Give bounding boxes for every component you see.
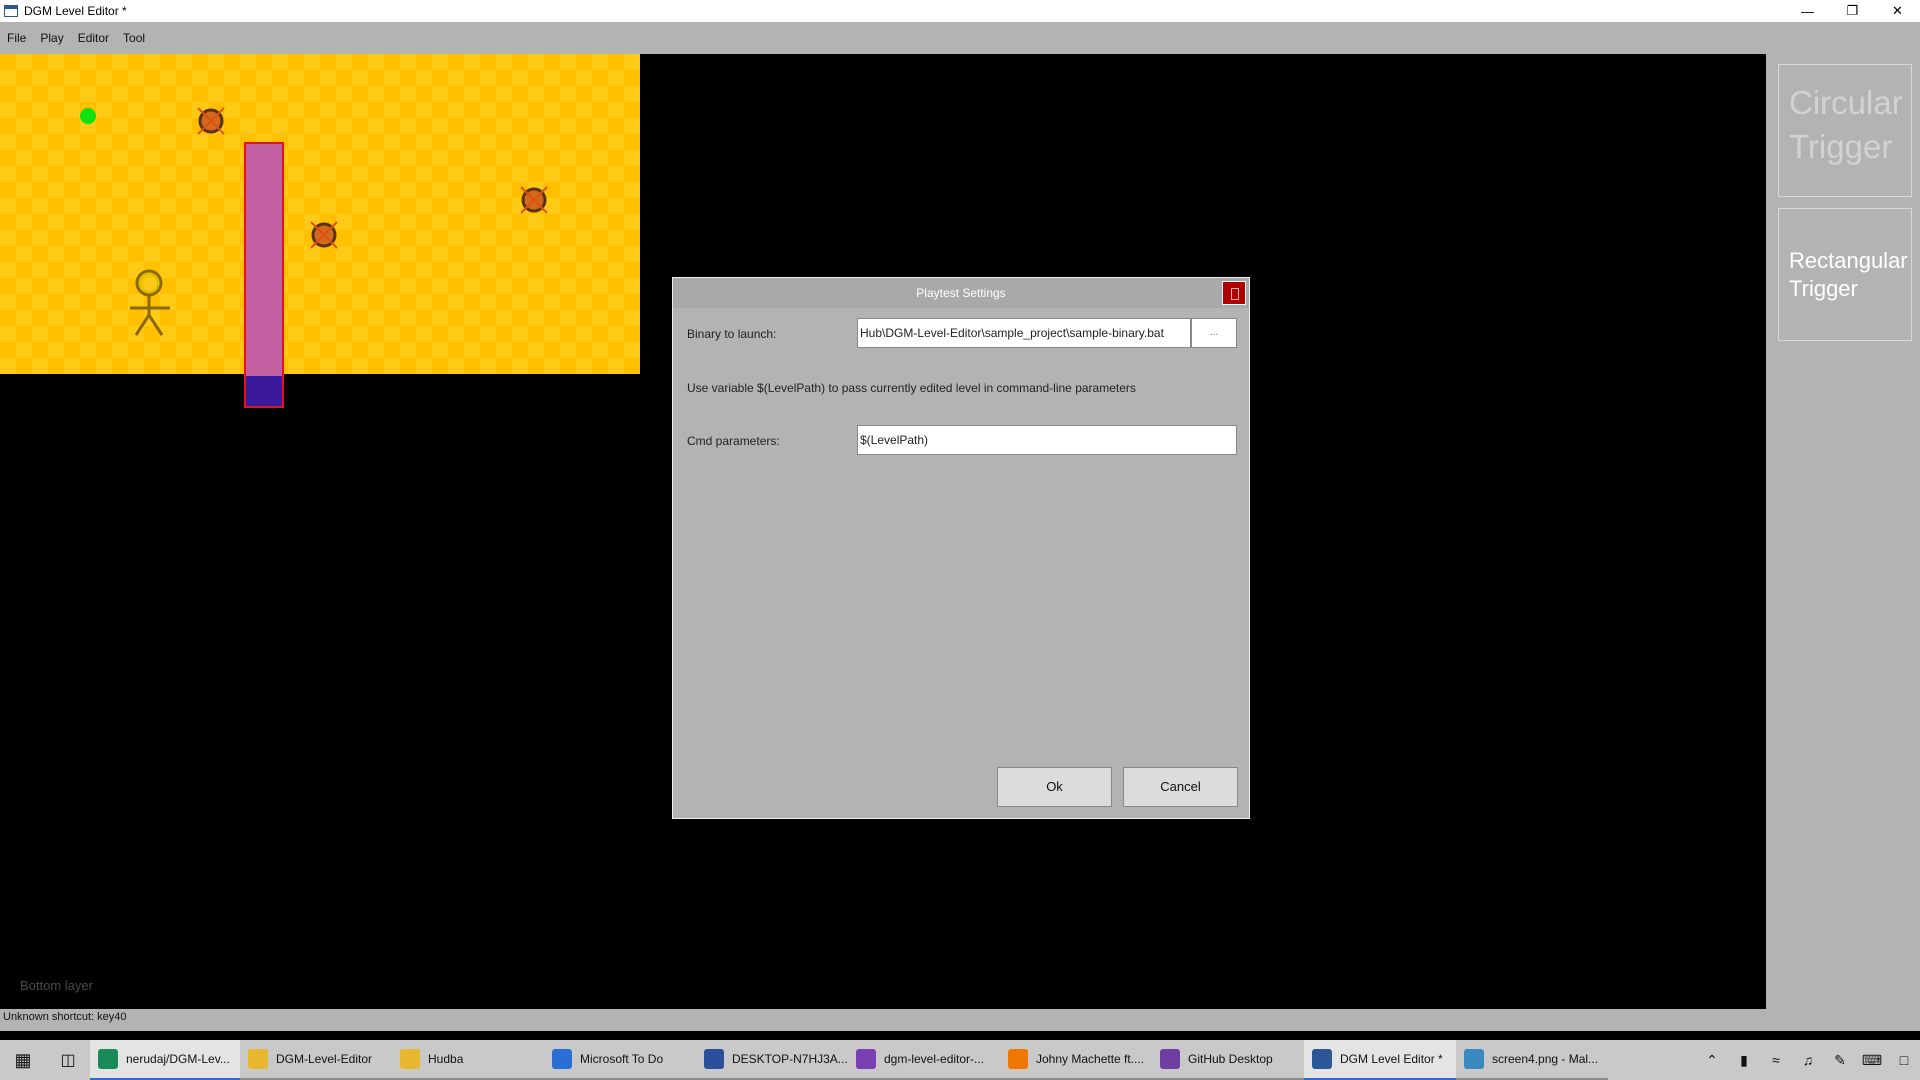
github-icon xyxy=(1160,1049,1180,1069)
taskbar-apps: nerudaj/DGM-Lev... DGM-Level-Editor Hudba M… xyxy=(90,1040,1608,1080)
dialog-hint: Use variable $(LevelPath) to pass curren… xyxy=(687,381,1136,395)
taskbar-item-label: DESKTOP-N7HJ3A... xyxy=(732,1052,848,1066)
app-icon xyxy=(1312,1049,1332,1069)
remote-desktop-icon xyxy=(704,1049,724,1069)
taskbar-item[interactable]: DGM-Level-Editor xyxy=(240,1040,392,1080)
close-icon[interactable]: ✕ xyxy=(1875,0,1920,22)
cancel-button[interactable]: Cancel xyxy=(1123,767,1238,807)
taskbar-item-label: nerudaj/DGM-Lev... xyxy=(126,1052,230,1066)
taskbar-item[interactable]: screen4.png - Mal... xyxy=(1456,1040,1608,1080)
taskbar-item-label: GitHub Desktop xyxy=(1188,1052,1273,1066)
tool-panel: Circular Trigger Rectangular Trigger xyxy=(1766,54,1920,1009)
wifi-icon[interactable]: ≈ xyxy=(1760,1052,1792,1068)
menu-tool[interactable]: Tool xyxy=(116,31,152,45)
keyboard-icon[interactable]: ⌨ xyxy=(1856,1052,1888,1069)
level-area[interactable] xyxy=(0,54,640,374)
task-view-icon[interactable]: ◫ xyxy=(46,1040,90,1080)
taskbar-item[interactable]: DESKTOP-N7HJ3A... xyxy=(696,1040,848,1080)
cmd-parameters-label: Cmd parameters: xyxy=(687,434,780,448)
folder-icon xyxy=(248,1049,268,1069)
battery-icon[interactable]: ▮ xyxy=(1728,1052,1760,1069)
binary-path-field[interactable]: Hub\DGM-Level-Editor\sample_project\samp… xyxy=(857,318,1191,348)
taskbar-item-label: Hudba xyxy=(428,1052,464,1066)
window-controls: — ❐ ✕ xyxy=(1785,0,1920,22)
app-icon xyxy=(4,5,18,17)
title-bar: DGM Level Editor * — ❐ ✕ xyxy=(0,0,1920,22)
rectangular-trigger-button[interactable]: Rectangular Trigger xyxy=(1778,208,1912,341)
paint-icon xyxy=(1464,1049,1484,1069)
spawn-point-icon[interactable] xyxy=(80,108,96,124)
minimize-icon[interactable]: — xyxy=(1785,0,1830,22)
enemy-icon[interactable] xyxy=(194,104,228,138)
enemy-icon[interactable] xyxy=(307,218,341,252)
playtest-settings-dialog: Playtest Settings Binary to launch: Hub\… xyxy=(672,277,1250,819)
notification-icon[interactable]: □ xyxy=(1888,1052,1920,1068)
ok-button[interactable]: Ok xyxy=(997,767,1112,807)
folder-icon xyxy=(400,1049,420,1069)
menu-editor[interactable]: Editor xyxy=(71,31,116,45)
visual-studio-icon xyxy=(856,1049,876,1069)
cmd-parameters-field[interactable]: $(LevelPath) xyxy=(857,425,1237,455)
dialog-title: Playtest Settings xyxy=(673,278,1249,308)
circular-trigger-button[interactable]: Circular Trigger xyxy=(1778,64,1912,197)
wall-object[interactable] xyxy=(244,142,284,408)
taskbar-item[interactable]: Microsoft To Do xyxy=(544,1040,696,1080)
player-icon[interactable] xyxy=(122,268,178,338)
system-tray: ⌃ ▮ ≈ ♫ ✎ ⌨ □ xyxy=(1696,1040,1920,1080)
close-icon[interactable] xyxy=(1222,281,1246,305)
taskbar-item[interactable]: Johny Machette ft.... xyxy=(1000,1040,1152,1080)
volume-icon[interactable]: ♫ xyxy=(1792,1052,1824,1068)
taskbar: ▦ ◫ nerudaj/DGM-Lev... DGM-Level-Editor Hu… xyxy=(0,1040,1920,1080)
menu-bar: File Play Editor Tool xyxy=(0,22,1920,54)
binary-label: Binary to launch: xyxy=(687,327,777,341)
taskbar-item-label: dgm-level-editor-... xyxy=(884,1052,985,1066)
menu-play[interactable]: Play xyxy=(33,31,70,45)
browse-button[interactable]: ... xyxy=(1191,318,1237,348)
taskbar-item[interactable]: DGM Level Editor * xyxy=(1304,1040,1456,1080)
taskbar-item-label: Microsoft To Do xyxy=(580,1052,664,1066)
pen-icon[interactable]: ✎ xyxy=(1824,1052,1856,1069)
taskbar-item-label: DGM-Level-Editor xyxy=(276,1052,373,1066)
taskbar-item-label: screen4.png - Mal... xyxy=(1492,1052,1599,1066)
taskbar-item[interactable]: GitHub Desktop xyxy=(1152,1040,1304,1080)
chevron-up-icon[interactable]: ⌃ xyxy=(1696,1052,1728,1069)
windows-start-icon[interactable]: ▦ xyxy=(0,1040,46,1080)
menu-file[interactable]: File xyxy=(0,31,33,45)
enemy-icon[interactable] xyxy=(517,183,551,217)
vlc-icon xyxy=(1008,1049,1028,1069)
restore-icon[interactable]: ❐ xyxy=(1830,0,1875,22)
taskbar-item[interactable]: Hudba xyxy=(392,1040,544,1080)
todo-icon xyxy=(552,1049,572,1069)
taskbar-item[interactable]: dgm-level-editor-... xyxy=(848,1040,1000,1080)
layer-label: Bottom layer xyxy=(20,978,93,993)
window-title: DGM Level Editor * xyxy=(24,4,127,18)
taskbar-item-label: Johny Machette ft.... xyxy=(1036,1052,1145,1066)
taskbar-item[interactable]: nerudaj/DGM-Lev... xyxy=(90,1040,240,1080)
edge-icon xyxy=(98,1049,118,1069)
status-bar: Unknown shortcut: key40 xyxy=(0,1009,1920,1031)
taskbar-item-label: DGM Level Editor * xyxy=(1340,1052,1443,1066)
